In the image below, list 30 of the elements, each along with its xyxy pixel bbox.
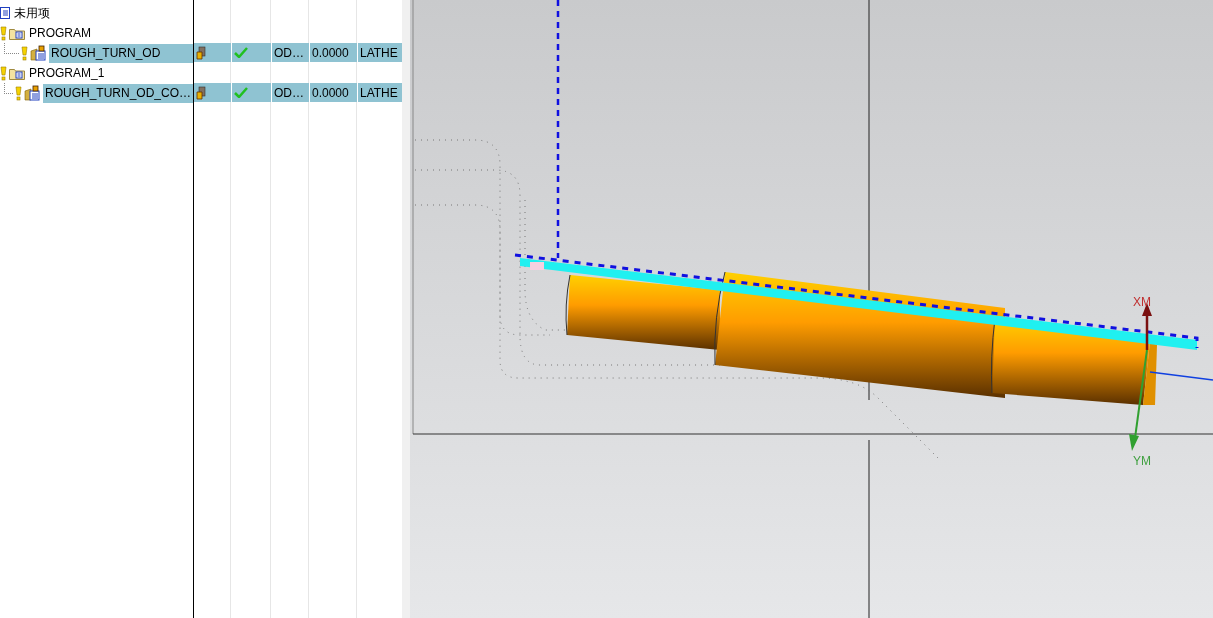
tree-item-label[interactable]: 未用项	[12, 3, 193, 23]
checkmark-icon	[234, 87, 248, 98]
tool-holder-icon	[196, 45, 206, 60]
machine-cell: LATHE	[358, 83, 402, 102]
blank-marker	[530, 262, 544, 270]
folder-icon	[9, 66, 25, 80]
value-cell: 0.0000	[310, 83, 357, 102]
method-cell: OD…	[272, 83, 309, 102]
value-cell: 0.0000	[310, 43, 357, 62]
operation-name[interactable]: ROUGH_TURN_OD	[49, 43, 193, 63]
checkmark-icon	[234, 47, 248, 58]
lightbulb-icon	[21, 45, 28, 61]
tree-connector	[4, 43, 19, 54]
lightbulb-icon	[0, 65, 7, 81]
folder-icon	[9, 26, 25, 40]
tree-connector	[4, 83, 13, 94]
operation-icon	[24, 85, 41, 101]
axis-label: YM	[1133, 454, 1151, 468]
axis-label: XM	[1133, 295, 1151, 309]
axis-line	[1149, 371, 1213, 381]
lightbulb-icon	[15, 85, 22, 101]
graphics-viewport[interactable]: XM YM	[410, 0, 1213, 618]
operation-icon	[30, 45, 47, 61]
method-cell: OD…	[272, 43, 309, 62]
program-group-name[interactable]: PROGRAM	[27, 23, 193, 43]
machine-cell: LATHE	[358, 43, 402, 62]
program-group-name[interactable]: PROGRAM_1	[27, 63, 193, 83]
operation-name[interactable]: ROUGH_TURN_OD_CO…	[43, 83, 193, 103]
lightbulb-icon	[0, 25, 7, 41]
tool-holder-icon	[196, 85, 206, 100]
